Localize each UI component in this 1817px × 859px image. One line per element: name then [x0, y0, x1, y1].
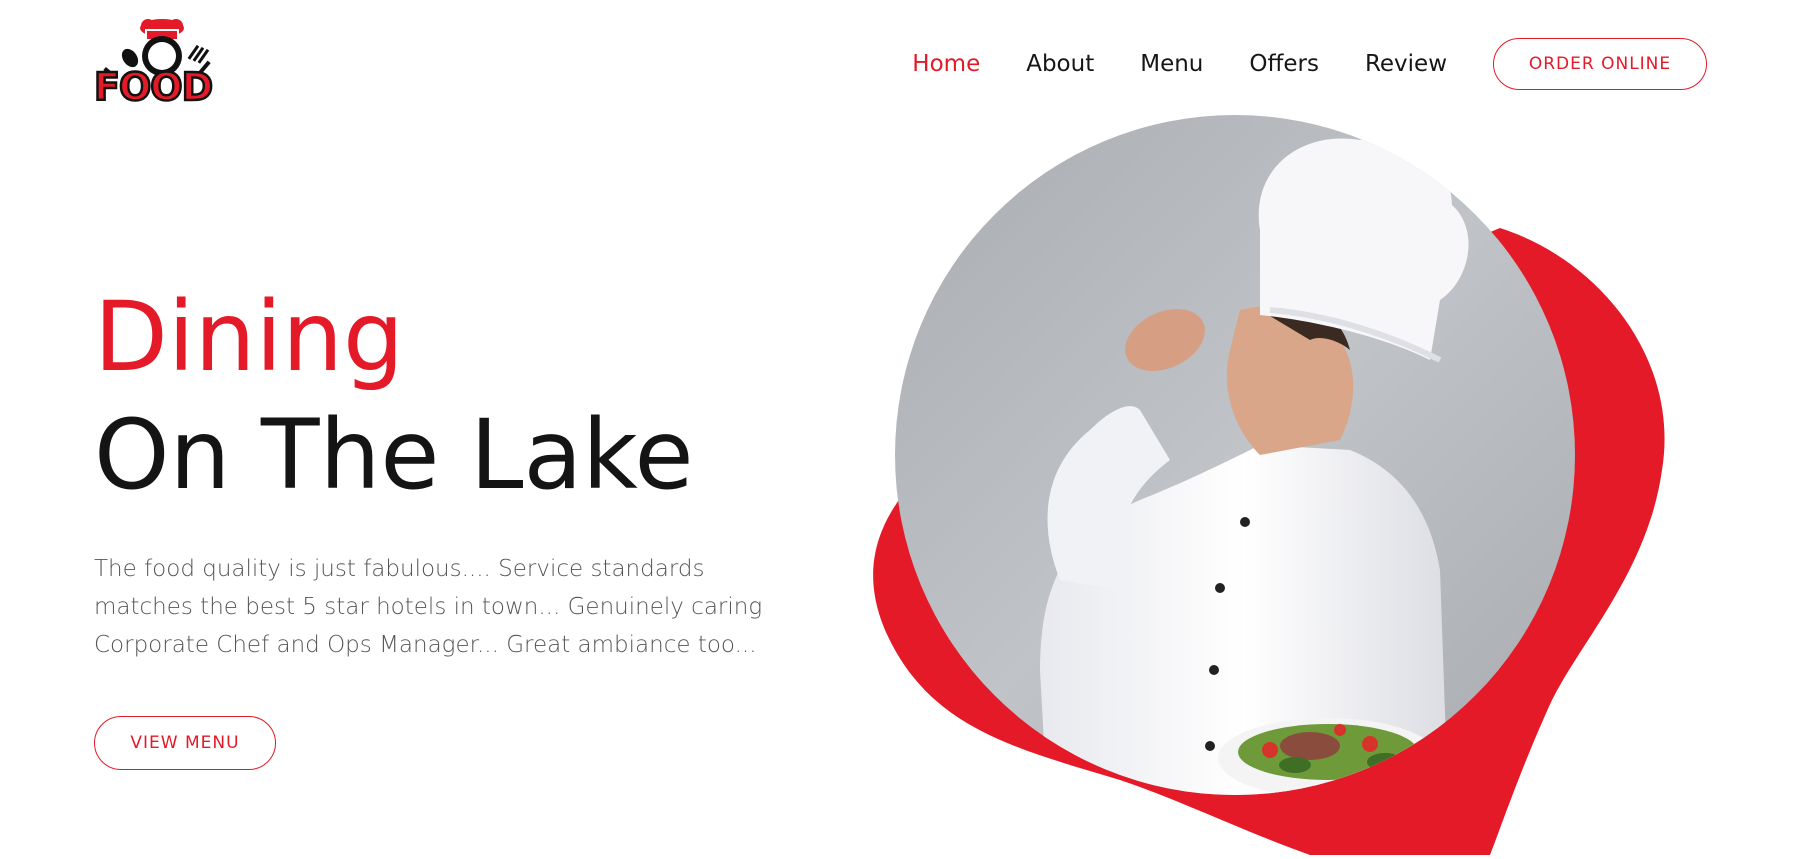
nav-item-about[interactable]: About: [1026, 51, 1094, 77]
nav-item-menu[interactable]: Menu: [1140, 51, 1203, 77]
hero-description: The food quality is just fabulous.... Se…: [94, 556, 763, 658]
main-nav: Home About Menu Offers Review ORDER ONLI…: [912, 38, 1707, 90]
order-online-button[interactable]: ORDER ONLINE: [1493, 38, 1707, 90]
nav-item-home[interactable]: Home: [912, 51, 980, 77]
hero-image: [840, 110, 1680, 855]
view-menu-button[interactable]: VIEW MENU: [94, 716, 276, 770]
nav-item-review[interactable]: Review: [1365, 51, 1447, 77]
logo[interactable]: FOOD: [93, 16, 232, 112]
hero-title-line1: Dining: [94, 281, 404, 393]
logo-text: FOOD: [93, 65, 215, 109]
hero-title-line2: On The Lake: [94, 399, 694, 511]
nav-item-offers[interactable]: Offers: [1249, 51, 1319, 77]
chef-with-salad-plate-image: [873, 115, 1665, 855]
hero-text: Dining On The Lake The food quality is j…: [94, 278, 794, 770]
site-header: FOOD Home About Menu Offers Review ORDER…: [0, 0, 1817, 120]
